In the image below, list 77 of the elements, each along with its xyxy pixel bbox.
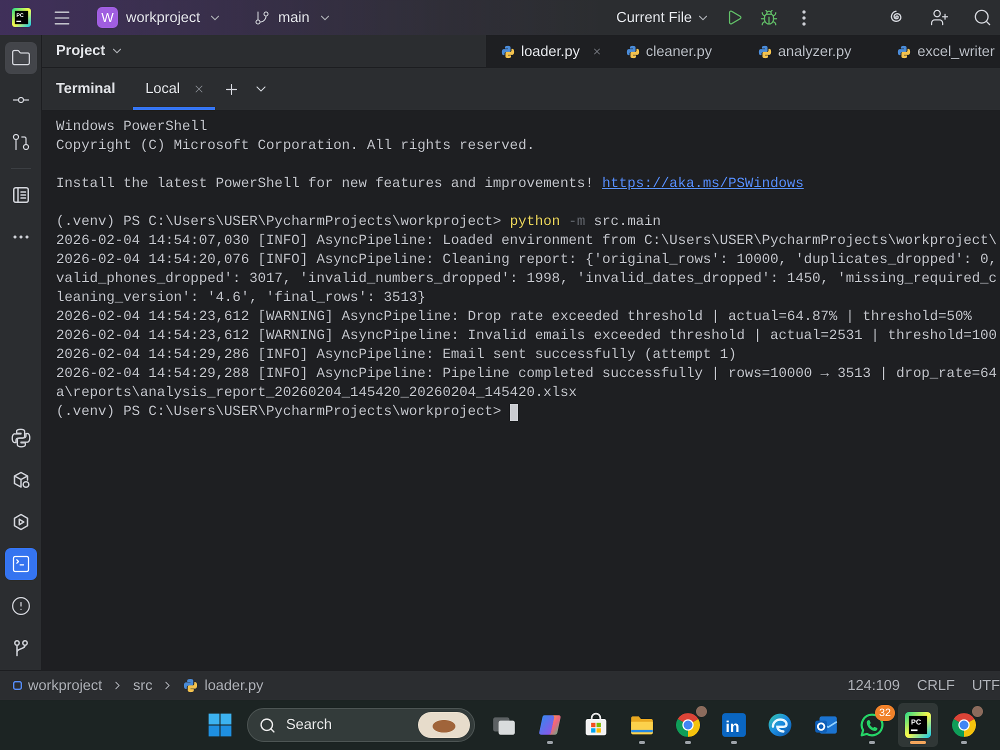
terminal-line: Windows PowerShell — [56, 118, 208, 137]
close-icon[interactable] — [592, 46, 602, 57]
tool-window-button[interactable] — [4, 42, 36, 74]
line-separator[interactable]: CRLF — [916, 678, 955, 694]
link[interactable]: https://aka.ms/PSWindows — [602, 176, 804, 192]
python-file-icon — [183, 678, 198, 693]
project-badge: W — [97, 7, 118, 28]
running-indicator — [547, 741, 553, 744]
terminal-line: valid_phones_dropped': 3017, 'invalid_numbers_dropped': 1998, 'invalid_dates_dropped': 1450, 'missing_required_c — [56, 270, 997, 289]
search-icon[interactable] — [973, 8, 992, 27]
search-icon — [259, 716, 276, 734]
folder-icon — [10, 48, 30, 68]
branch-selector[interactable]: main — [254, 10, 332, 26]
terminal-line: 2026-02-04 14:54:29,286 [INFO] AsyncPipeline: Email sent successfully (attempt 1) — [56, 346, 737, 365]
taskbar-button[interactable]: PC — [898, 703, 938, 747]
run-icon[interactable] — [726, 9, 743, 26]
editor-tab[interactable]: loader.py — [489, 35, 614, 68]
editor-tab[interactable]: cleaner.py — [614, 35, 746, 68]
caret-position[interactable]: 124:109 — [848, 678, 900, 694]
more-icon[interactable] — [802, 10, 806, 26]
package-icon — [10, 470, 30, 490]
breadcrumb[interactable]: workproject — [13, 678, 102, 694]
running-indicator — [910, 741, 926, 744]
python-file-icon — [897, 44, 912, 58]
terminal-line: 2026-02-04 14:54:23,612 [WARNING] AsyncPipeline: Invalid emails exceeded threshold | actual=2531 | threshold=100 — [56, 327, 997, 346]
terminal-line: (.venv) PS C:\Users\USER\PycharmProjects\workproject> — [56, 403, 502, 422]
terminal-line: a\reports\analysis_report_20260204_145420_20260204_145420.xlsx — [56, 384, 577, 403]
terminal-line: leaning_version': '4.6', 'final_rows': 3513} — [56, 289, 426, 308]
python-file-icon — [758, 44, 772, 58]
chrome-icon — [951, 712, 977, 738]
more-icon — [12, 235, 28, 239]
terminal-line: 2026-02-04 14:54:20,076 [INFO] AsyncPipeline: Cleaning report: {'original_rows': 10000, 'duplicates_dropped': 0, — [56, 251, 997, 270]
editor-tab[interactable]: analyzer.py — [746, 35, 886, 68]
notification-badge: 32 — [875, 705, 895, 721]
terminal-line: 2026-02-04 14:54:07,030 [INFO] AsyncPipeline: Loaded environment from C:\Users\USER\PycharmProjects\workproject\ — [56, 232, 997, 251]
add-user-icon[interactable] — [930, 8, 949, 27]
panel-title: Terminal — [56, 81, 116, 97]
pull-request-icon — [10, 132, 30, 152]
terminal-line: 2026-02-04 14:54:23,612 [WARNING] AsyncPipeline: Drop rate exceeded threshold | actual=64.87% | threshold=50% — [56, 308, 972, 327]
problems-icon — [10, 596, 30, 616]
running-indicator — [639, 741, 645, 744]
close-icon[interactable] — [193, 83, 206, 95]
windows-logo-icon — [207, 712, 233, 738]
running-indicator — [869, 741, 875, 744]
running-indicator — [961, 741, 967, 744]
project-view-dropdown[interactable]: Project — [56, 43, 124, 59]
python-file-icon — [626, 44, 640, 58]
avatar-icon — [972, 706, 983, 717]
picture-placeholder — [418, 712, 470, 738]
debug-icon[interactable] — [760, 8, 778, 26]
module-icon — [13, 681, 22, 690]
avatar-icon — [696, 706, 707, 717]
running-indicator — [731, 741, 737, 744]
terminal-line: (.venv) PS C:\Users\USER\PycharmProjects\workproject> python -m src.main — [56, 213, 661, 232]
store-icon — [583, 712, 609, 738]
edge-icon — [767, 712, 793, 738]
branch-icon — [254, 10, 270, 26]
python-icon — [10, 428, 30, 448]
terminal-line: 2026-02-04 14:54:29,288 [INFO] AsyncPipeline: Pipeline completed successfully | rows=10000 → 3513 | drop_rate=64 — [56, 365, 997, 384]
terminal-line: Copyright (C) Microsoft Corporation. All rights reserved. — [56, 137, 535, 156]
running-indicator — [685, 741, 691, 744]
python-file-icon — [501, 44, 515, 58]
chrome-icon — [675, 712, 701, 738]
file-encoding[interactable]: UTF — [972, 678, 1000, 694]
project-selector[interactable]: W workproject — [97, 7, 222, 28]
linkedin-icon: in — [721, 712, 747, 738]
breadcrumb[interactable]: src — [133, 678, 152, 694]
breadcrumb[interactable]: loader.py — [183, 678, 264, 694]
search-box[interactable]: Search — [247, 708, 475, 742]
terminal-icon — [10, 554, 30, 574]
pycharm-icon: PC — [905, 712, 931, 738]
run-configuration-selector[interactable]: Current File — [616, 10, 710, 26]
terminal-line: Install the latest PowerShell for new features and improvements! https://aka.ms/PSWindows — [56, 175, 804, 194]
structure-icon — [10, 185, 30, 205]
tool-window-button[interactable] — [4, 548, 36, 580]
taskbar-button[interactable]: in — [714, 703, 754, 747]
editor-tab[interactable]: excel_writer — [885, 35, 1000, 68]
